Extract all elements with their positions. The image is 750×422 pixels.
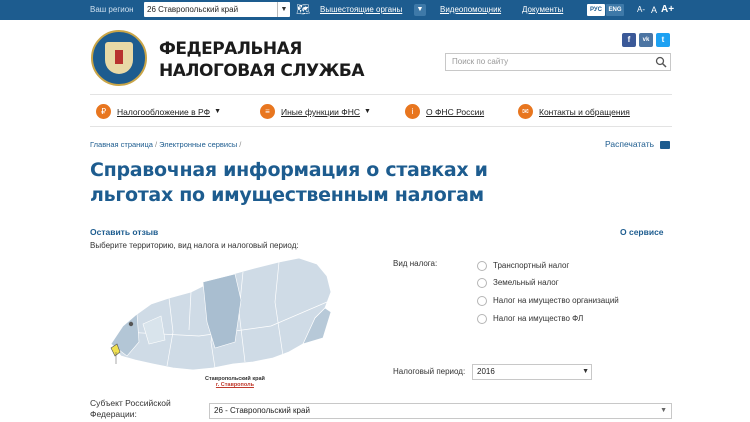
search-input[interactable]: Поиск по сайту <box>445 53 671 71</box>
subject-value: 26 - Ставропольский край <box>214 406 310 415</box>
chevron-down-icon: ▼ <box>660 407 667 414</box>
nav-contacts[interactable]: ✉ Контакты и обращения <box>518 102 630 120</box>
nav-label: Контакты и обращения <box>539 106 630 117</box>
nav-label: О ФНС России <box>426 106 485 117</box>
nav-label: Налогообложение в РФ <box>117 106 211 117</box>
twitter-icon[interactable]: t <box>656 33 670 47</box>
nav-label: Иные функции ФНС <box>281 106 361 117</box>
radio-organization-property-tax[interactable]: Налог на имущество организаций <box>477 295 619 307</box>
higher-bodies-link[interactable]: Вышестоящие органы <box>320 0 402 20</box>
radio-personal-property-tax[interactable]: Налог на имущество ФЛ <box>477 313 583 325</box>
chevron-down-icon: ▼ <box>582 368 589 375</box>
print-label: Распечатать <box>605 139 655 149</box>
nav-taxation[interactable]: ₽ Налогообложение в РФ ▼ <box>96 102 221 120</box>
russia-map-icon: 🗺 <box>296 4 310 16</box>
page-title: Справочная информация о ставках и льгота… <box>90 159 488 206</box>
tax-period-select[interactable]: 2016 ▼ <box>472 364 592 380</box>
chevron-down-icon: ▼ <box>277 2 290 17</box>
search-icon[interactable] <box>655 56 667 68</box>
nav-about-fns[interactable]: i О ФНС России <box>405 102 484 120</box>
brand-line-1: ФЕДЕРАЛЬНАЯ <box>159 39 302 59</box>
region-label: Ваш регион <box>90 5 134 14</box>
font-increase-button[interactable]: A+ <box>661 0 674 20</box>
lang-en-button[interactable]: ENG <box>606 4 624 16</box>
breadcrumb-services[interactable]: Электронные сервисы <box>159 140 237 149</box>
region-select-value: 26 Ставропольский край <box>147 5 239 14</box>
eagle-shield-icon <box>105 42 133 74</box>
menu-icon: ≡ <box>260 104 275 120</box>
radio-land-tax[interactable]: Земельный налог <box>477 277 559 289</box>
breadcrumb: Главная страница / Электронные сервисы / <box>90 140 242 149</box>
search-placeholder: Поиск по сайту <box>452 57 509 66</box>
nav-other-functions[interactable]: ≡ Иные функции ФНС ▼ <box>260 102 371 120</box>
brand-line-2: НАЛОГОВАЯ СЛУЖБА <box>159 61 365 81</box>
print-link[interactable]: Распечатать <box>605 139 671 149</box>
region-select[interactable]: 26 Ставропольский край ▼ <box>144 2 290 17</box>
chevron-down-icon: ▼ <box>364 107 371 115</box>
facebook-icon[interactable]: f <box>622 33 636 47</box>
instruction-text: Выберите территорию, вид налога и налого… <box>90 241 299 250</box>
russia-regions-map[interactable] <box>103 252 338 382</box>
tax-type-label: Вид налога: <box>393 259 438 268</box>
fns-emblem-logo[interactable] <box>91 30 147 86</box>
breadcrumb-home[interactable]: Главная страница <box>90 140 153 149</box>
info-icon: i <box>405 104 420 120</box>
brand-title[interactable]: ФЕДЕРАЛЬНАЯ НАЛОГОВАЯ СЛУЖБА <box>159 38 365 82</box>
radio-transport-tax[interactable]: Транспортный налог <box>477 260 569 272</box>
vk-icon[interactable]: vk <box>639 33 653 47</box>
ruble-icon: ₽ <box>96 104 111 120</box>
subject-label: Субъект Российской Федерации: <box>90 398 171 419</box>
documents-link[interactable]: Документы <box>522 0 563 20</box>
font-decrease-button[interactable]: A- <box>637 0 645 20</box>
chevron-down-icon: ▼ <box>214 107 221 115</box>
video-helper-link[interactable]: Видеопомощник <box>440 0 501 20</box>
leave-feedback-link[interactable]: Оставить отзыв <box>90 227 158 237</box>
tax-period-value: 2016 <box>477 367 495 376</box>
top-bar: Ваш регион 26 Ставропольский край ▼ 🗺 Вы… <box>0 0 750 20</box>
envelope-icon: ✉ <box>518 104 533 120</box>
map-region-label: Ставропольский край г. Ставрополь <box>205 376 265 388</box>
tax-period-label: Налоговый период: <box>393 367 466 376</box>
lang-ru-button[interactable]: РУС <box>587 4 605 16</box>
subject-select[interactable]: 26 - Ставропольский край ▼ <box>209 403 672 419</box>
chevron-down-icon[interactable]: ▼ <box>414 4 426 16</box>
printer-icon <box>660 140 671 149</box>
font-normal-button[interactable]: A <box>651 0 657 20</box>
about-service-link[interactable]: О сервисе <box>620 227 664 237</box>
